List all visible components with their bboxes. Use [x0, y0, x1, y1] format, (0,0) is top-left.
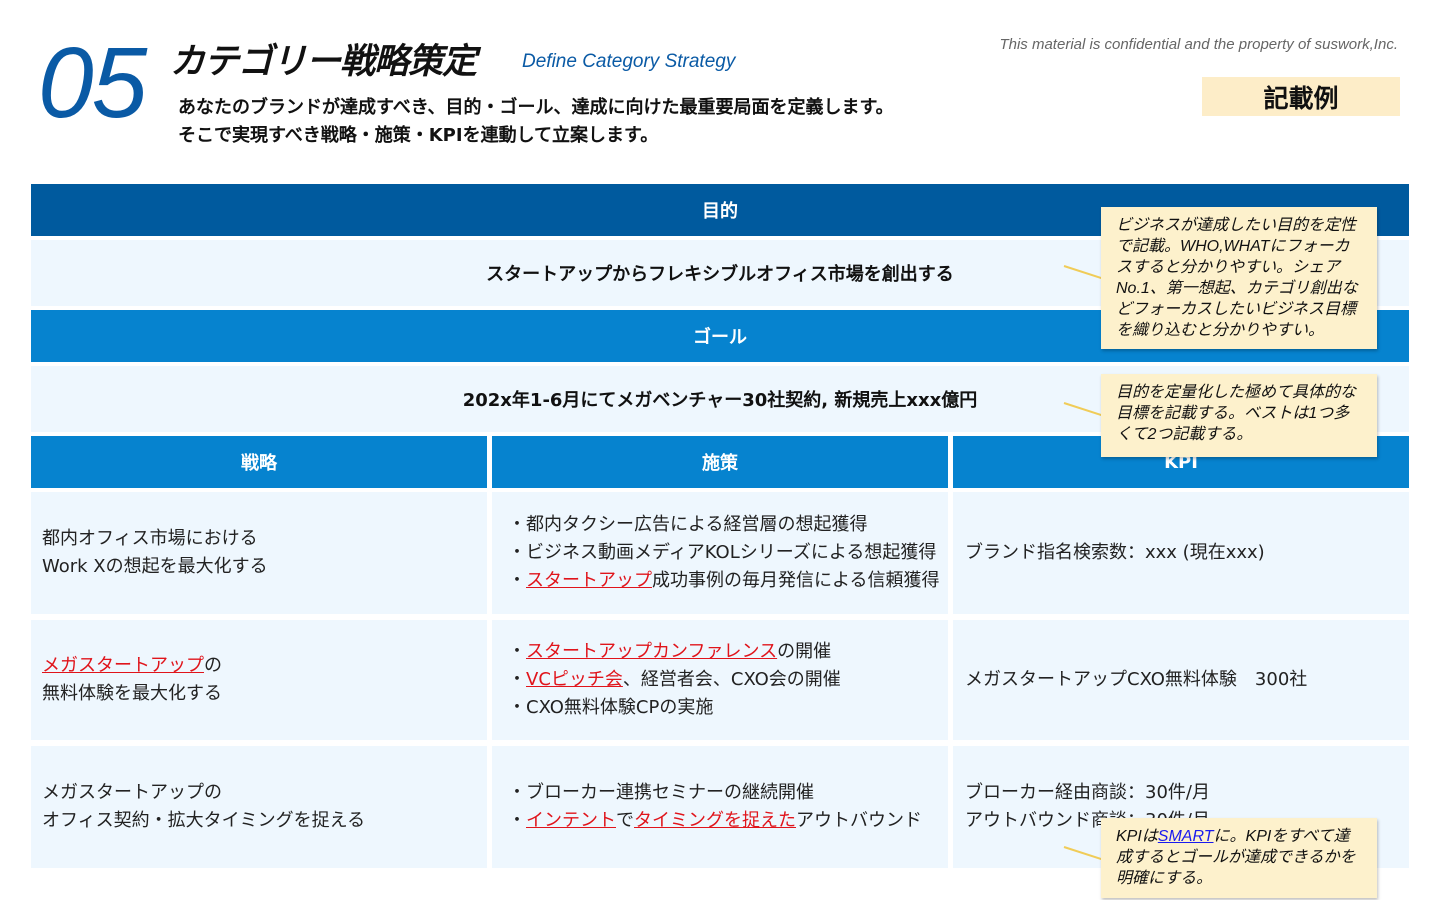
- measure-item: ・都内タクシー広告による経営層の想起獲得: [508, 514, 868, 535]
- measure-item: ・インテントでタイミングを捉えたアウトバウンド: [508, 810, 922, 831]
- measures-cell-2: ・スタートアップカンファレンスの開催 ・VCピッチ会、経営者会、CXO会の開催 …: [492, 620, 948, 740]
- section-number: 05: [38, 27, 147, 139]
- column-header-measures: 施策: [492, 436, 948, 488]
- kpi-cell-1: ブランド指名検索数：xxx (現在xxx): [953, 492, 1409, 614]
- highlighted-term: スタートアップカンファレンス: [526, 641, 778, 662]
- measure-item: ・ブローカー連携セミナーの継続開催: [508, 782, 814, 803]
- page-title: カテゴリー戦略策定: [170, 42, 477, 82]
- strategy-line: 都内オフィス市場における: [42, 528, 258, 549]
- strategy-line: Work Xの想起を最大化する: [42, 556, 268, 577]
- kpi-cell-2: メガスタートアップCXO無料体験 300社: [953, 620, 1409, 740]
- strategy-cell-2: メガスタートアップの 無料体験を最大化する: [31, 620, 487, 740]
- column-header-strategy: 戦略: [31, 436, 487, 488]
- strategy-line: メガスタートアップの: [42, 782, 222, 803]
- measure-item: ・VCピッチ会、経営者会、CXO会の開催: [508, 669, 841, 690]
- description-line-1: あなたのブランドが達成すべき、目的・ゴール、達成に向けた最重要局面を定義します。: [178, 97, 894, 118]
- highlighted-term: スタートアップ: [526, 570, 652, 591]
- strategy-line: メガスタートアップの: [42, 655, 222, 676]
- strategy-cell-3: メガスタートアップの オフィス契約・拡大タイミングを捉える: [31, 746, 487, 868]
- measure-item: ・スタートアップカンファレンスの開催: [508, 641, 832, 662]
- example-badge: 記載例: [1202, 77, 1400, 116]
- strategy-line: オフィス契約・拡大タイミングを捉える: [42, 810, 366, 831]
- smart-link[interactable]: SMART: [1158, 828, 1214, 845]
- strategy-cell-1: 都内オフィス市場における Work Xの想起を最大化する: [31, 492, 487, 614]
- purpose-annotation-note: ビジネスが達成したい目的を定性で記載。WHO,WHATにフォーカスすると分かりや…: [1101, 207, 1377, 349]
- measure-item: ・CXO無料体験CPの実施: [508, 697, 714, 718]
- measure-item: ・ビジネス動画メディアKOLシリーズによる想起獲得: [508, 542, 937, 563]
- kpi-annotation-note: KPIはSMARTに。KPIをすべて達成するとゴールが達成できるかを明確にする。: [1101, 818, 1377, 898]
- page-description: あなたのブランドが達成すべき、目的・ゴール、達成に向けた最重要局面を定義します。…: [178, 94, 894, 150]
- highlighted-term: インテント: [526, 810, 616, 831]
- measure-item: ・スタートアップ成功事例の毎月発信による信頼獲得: [508, 570, 940, 591]
- measures-cell-3: ・ブローカー連携セミナーの継続開催 ・インテントでタイミングを捉えたアウトバウン…: [492, 746, 948, 868]
- kpi-line: メガスタートアップCXO無料体験 300社: [965, 669, 1308, 690]
- goal-annotation-note: 目的を定量化した極めて具体的な目標を記載する。ベストは1つ多くて2つ記載する。: [1101, 374, 1377, 457]
- page-subtitle-en: Define Category Strategy: [522, 51, 736, 72]
- highlighted-term: メガスタートアップ: [42, 655, 204, 676]
- confidential-notice: This material is confidential and the pr…: [999, 36, 1398, 53]
- highlighted-term: VCピッチ会: [526, 669, 623, 690]
- highlighted-term: タイミングを捉えた: [634, 810, 796, 831]
- description-line-2: そこで実現すべき戦略・施策・KPIを連動して立案します。: [178, 125, 659, 146]
- kpi-line: ブランド指名検索数：xxx (現在xxx): [965, 542, 1265, 563]
- strategy-line: 無料体験を最大化する: [42, 683, 222, 704]
- kpi-line: ブローカー経由商談：30件/月: [965, 782, 1210, 803]
- measures-cell-1: ・都内タクシー広告による経営層の想起獲得 ・ビジネス動画メディアKOLシリーズに…: [492, 492, 948, 614]
